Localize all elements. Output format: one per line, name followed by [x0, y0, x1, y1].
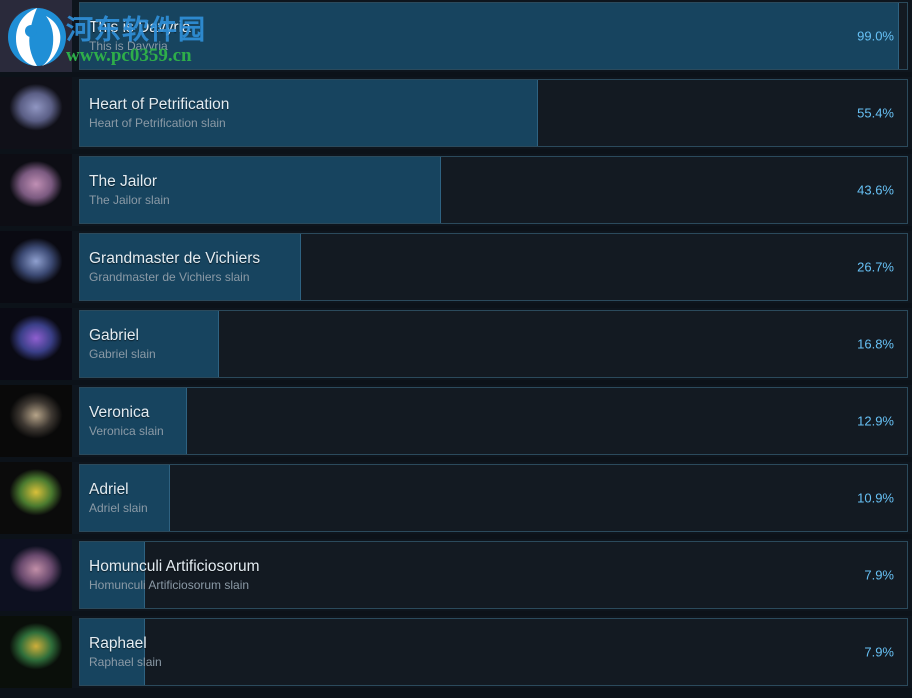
achievement-row[interactable]: Adriel Adriel slain 10.9%: [0, 462, 912, 534]
achievement-progress-fill: [80, 388, 187, 454]
achievement-progress-track: Raphael Raphael slain 7.9%: [79, 618, 908, 686]
achievement-progress-track: Adriel Adriel slain 10.9%: [79, 464, 908, 532]
achievement-progress-fill: [80, 3, 899, 69]
achievement-row[interactable]: Homunculi Artificiosorum Homunculi Artifi…: [0, 539, 912, 611]
achievement-icon-heart-of-petrification: [0, 77, 72, 149]
achievement-row[interactable]: This is Davyria This is Davyria 99.0%: [0, 0, 912, 72]
achievement-percent: 99.0%: [857, 28, 894, 44]
achievement-percent: 10.9%: [857, 490, 894, 506]
achievement-body: This is Davyria This is Davyria 99.0%: [72, 0, 912, 72]
achievement-percent: 43.6%: [857, 182, 894, 198]
achievement-progress-fill: [80, 234, 301, 300]
achievements-list[interactable]: This is Davyria This is Davyria 99.0% Heart…: [0, 0, 912, 688]
achievement-progress-fill: [80, 157, 441, 223]
achievement-progress-track: Heart of Petrification Heart of Petrifica…: [79, 79, 908, 147]
achievement-icon-the-jailor: [0, 154, 72, 226]
achievement-progress-fill: [80, 619, 146, 685]
achievement-percent: 7.9%: [864, 567, 894, 583]
achievement-body: Homunculi Artificiosorum Homunculi Artifi…: [72, 539, 912, 611]
achievement-row[interactable]: Veronica Veronica slain 12.9%: [0, 385, 912, 457]
achievement-icon-adriel: [0, 462, 72, 534]
achievement-progress-fill: [80, 542, 146, 608]
achievement-icon-gabriel: [0, 308, 72, 380]
achievement-row[interactable]: Grandmaster de Vichiers Grandmaster de Vi…: [0, 231, 912, 303]
achievement-icon-raphael: [0, 616, 72, 688]
achievement-progress-fill: [80, 80, 539, 146]
achievement-icon-homunculi-artificiosorum: [0, 539, 72, 611]
achievement-body: Raphael Raphael slain 7.9%: [72, 616, 912, 688]
achievement-artwork: [0, 154, 72, 226]
achievement-artwork: [0, 77, 72, 149]
achievement-progress-track: Gabriel Gabriel slain 16.8%: [79, 310, 908, 378]
achievement-percent: 16.8%: [857, 336, 894, 352]
achievement-row[interactable]: Gabriel Gabriel slain 16.8%: [0, 308, 912, 380]
achievement-artwork: [0, 385, 72, 457]
achievement-body: Adriel Adriel slain 10.9%: [72, 462, 912, 534]
achievement-progress-track: The Jailor The Jailor slain 43.6%: [79, 156, 908, 224]
achievement-percent: 26.7%: [857, 259, 894, 275]
achievement-progress-track: Grandmaster de Vichiers Grandmaster de Vi…: [79, 233, 908, 301]
achievement-progress-track: Veronica Veronica slain 12.9%: [79, 387, 908, 455]
achievement-body: Gabriel Gabriel slain 16.8%: [72, 308, 912, 380]
achievement-icon-veronica: [0, 385, 72, 457]
achievement-artwork: [0, 539, 72, 611]
achievement-artwork: [0, 231, 72, 303]
achievement-body: The Jailor The Jailor slain 43.6%: [72, 154, 912, 226]
achievement-body: Veronica Veronica slain 12.9%: [72, 385, 912, 457]
achievement-body: Heart of Petrification Heart of Petrifica…: [72, 77, 912, 149]
achievement-progress-track: Homunculi Artificiosorum Homunculi Artifi…: [79, 541, 908, 609]
achievement-artwork: [0, 308, 72, 380]
achievement-artwork: [0, 462, 72, 534]
achievement-percent: 7.9%: [864, 644, 894, 660]
achievement-artwork: [0, 616, 72, 688]
achievement-artwork: [0, 0, 72, 72]
achievement-percent: 55.4%: [857, 105, 894, 121]
achievement-progress-fill: [80, 465, 171, 531]
achievement-icon-this-is-davyria: [0, 0, 72, 72]
achievement-percent: 12.9%: [857, 413, 894, 429]
achievement-progress-fill: [80, 311, 219, 377]
achievement-body: Grandmaster de Vichiers Grandmaster de Vi…: [72, 231, 912, 303]
achievement-row[interactable]: The Jailor The Jailor slain 43.6%: [0, 154, 912, 226]
achievement-row[interactable]: Heart of Petrification Heart of Petrifica…: [0, 77, 912, 149]
achievement-icon-grandmaster-de-vichiers: [0, 231, 72, 303]
achievement-progress-track: This is Davyria This is Davyria 99.0%: [79, 2, 908, 70]
achievement-row[interactable]: Raphael Raphael slain 7.9%: [0, 616, 912, 688]
